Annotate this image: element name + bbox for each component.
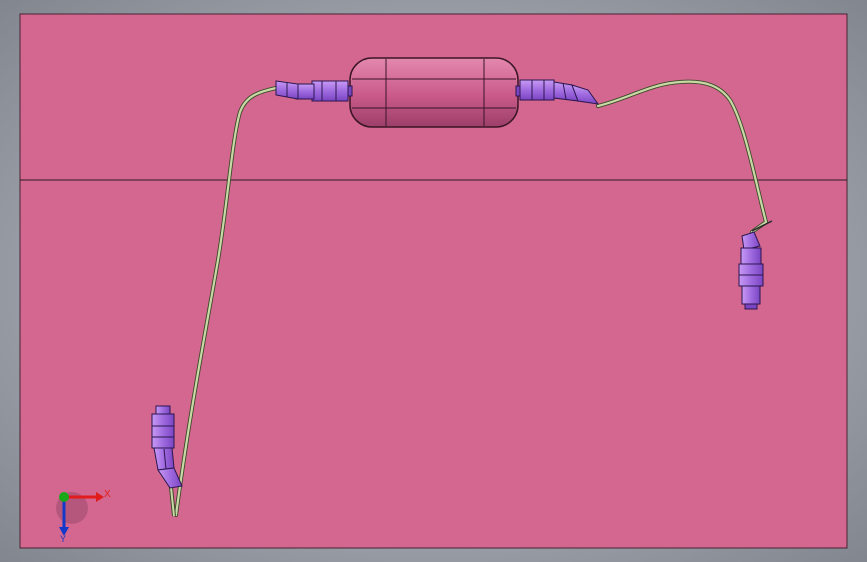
z-axis-origin-icon: [59, 492, 69, 502]
enclosure-body[interactable]: [349, 57, 519, 128]
right-hanging-connector[interactable]: [738, 231, 764, 310]
y-axis-label: Y: [60, 534, 66, 544]
graphics-viewport[interactable]: X Y: [0, 0, 867, 562]
x-axis-label: X: [104, 489, 111, 500]
